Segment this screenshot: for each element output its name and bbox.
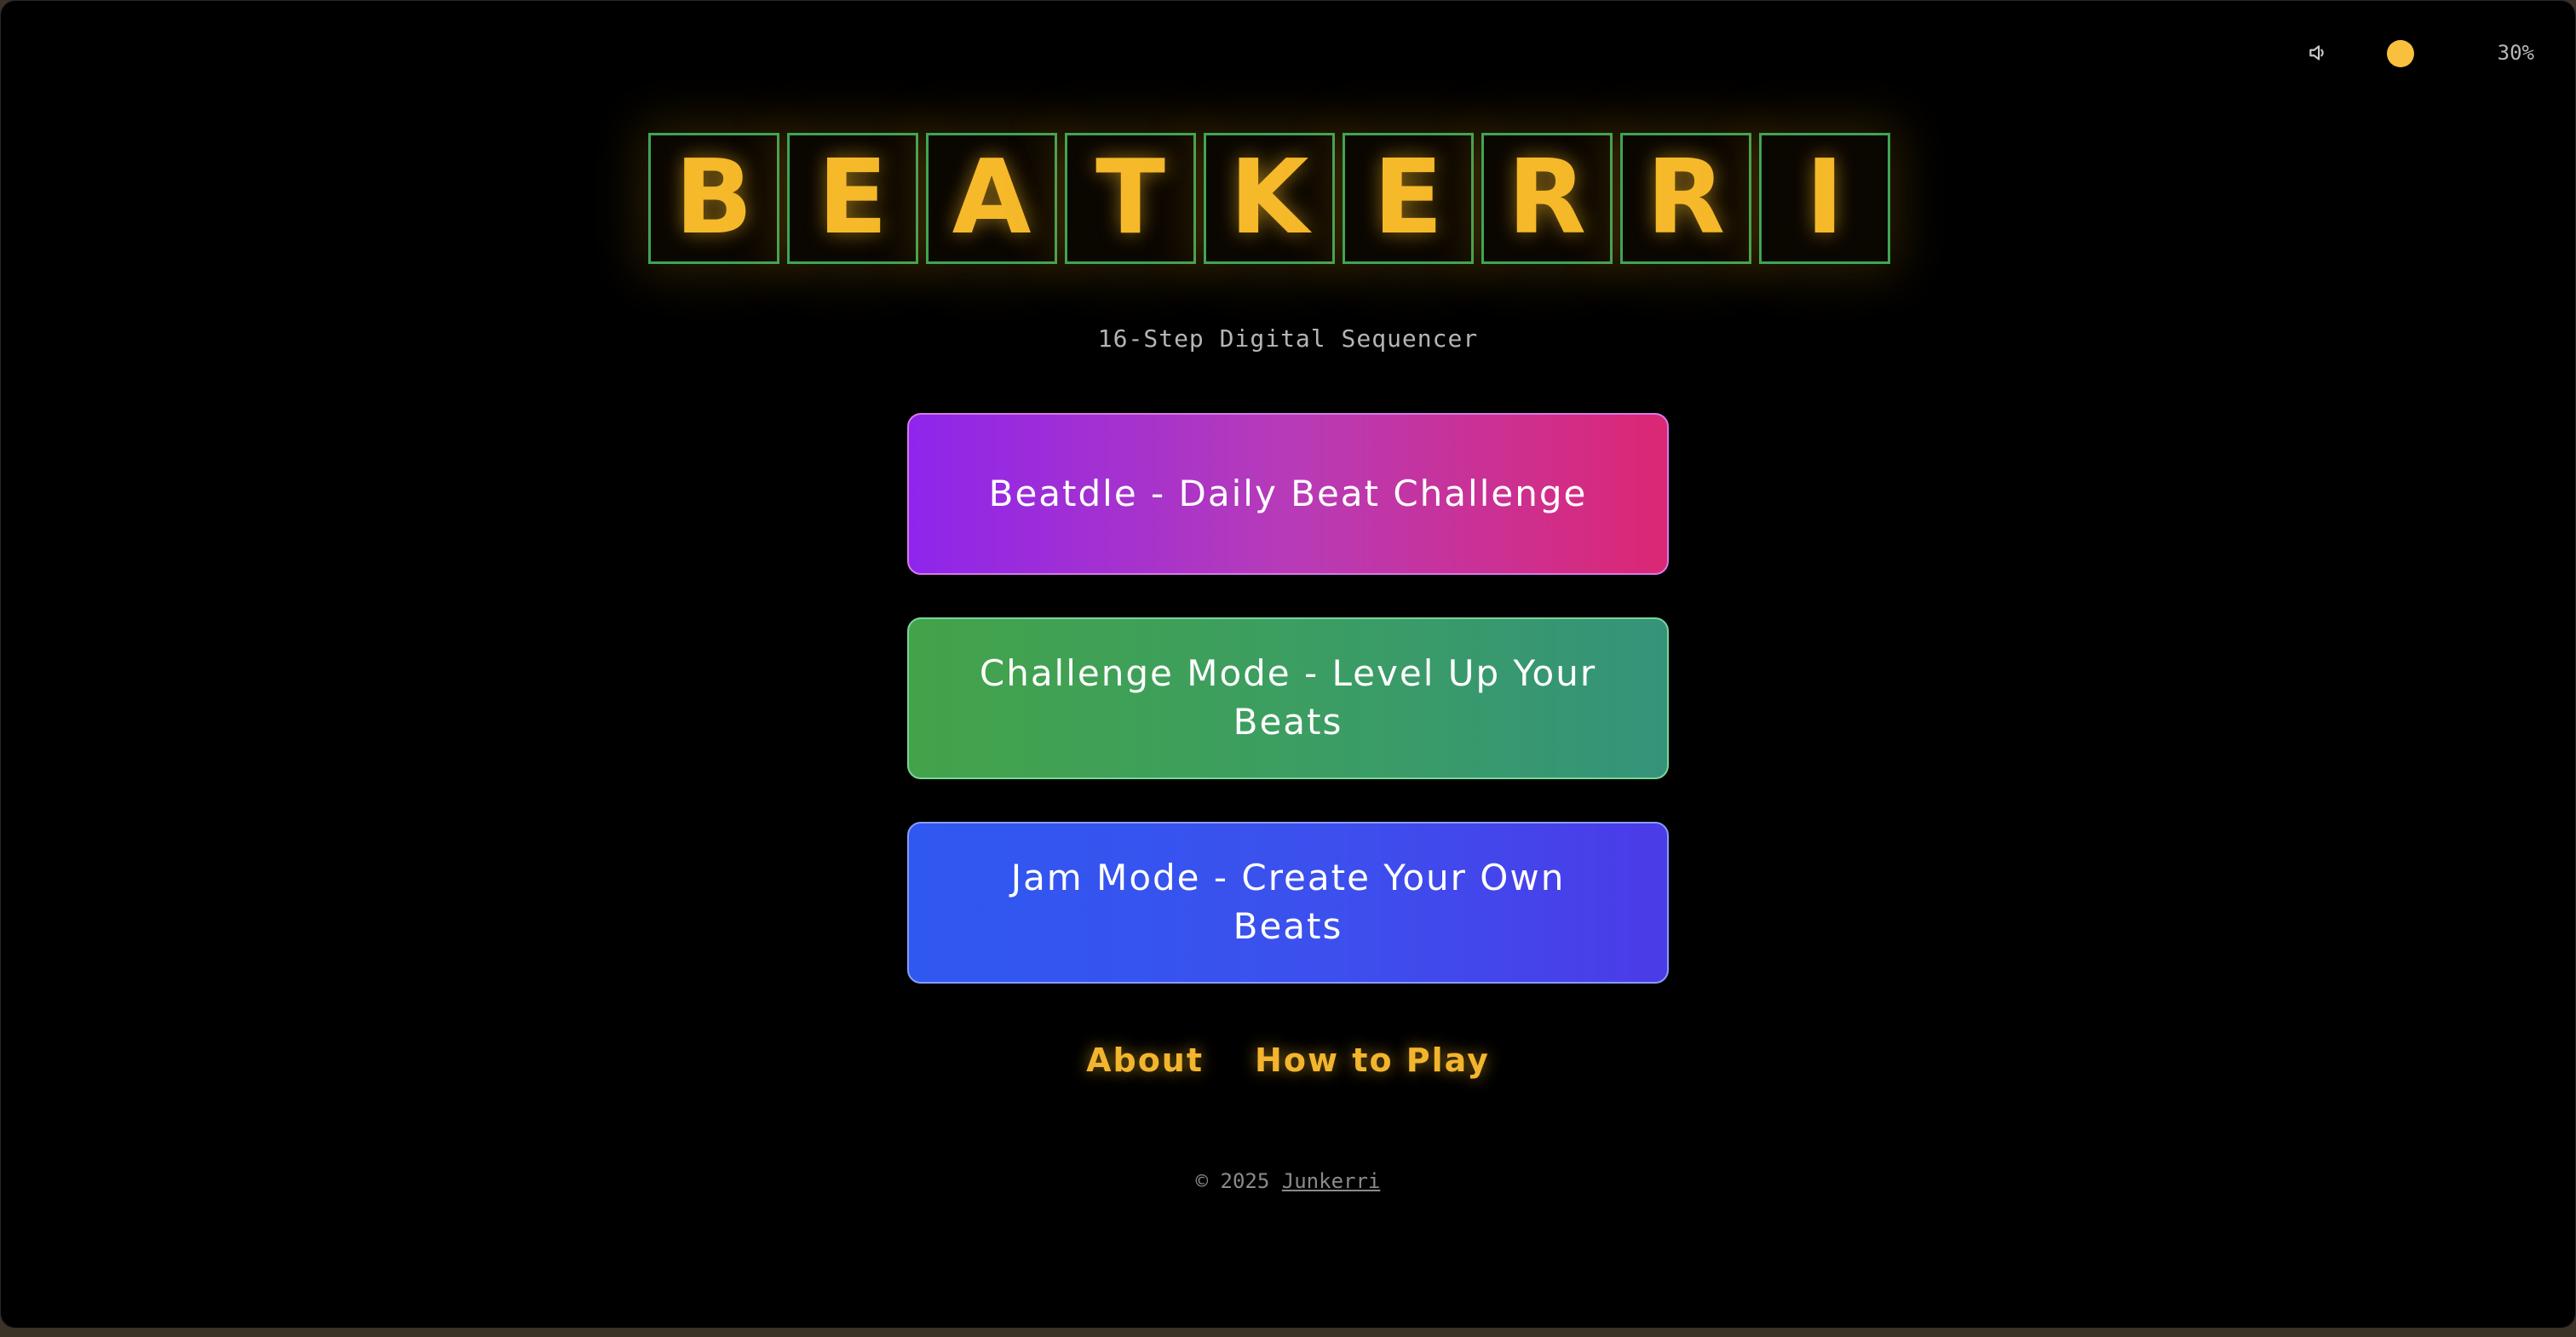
copyright-footer: © 2025 Junkerri [1, 1169, 2575, 1193]
title-tile: K [1204, 133, 1335, 264]
volume-controls: 30% [2303, 38, 2534, 67]
title-tile: B [648, 133, 779, 264]
title-letter: R [1507, 139, 1587, 257]
beatdle-button[interactable]: Beatdle - Daily Beat Challenge [907, 413, 1669, 575]
title-tile: T [1065, 133, 1196, 264]
volume-percent: 30% [2497, 41, 2534, 65]
title-tile: R [1481, 133, 1613, 264]
volume-slider[interactable] [2365, 38, 2467, 67]
title-letter: R [1646, 139, 1726, 257]
title-letter: E [1373, 139, 1443, 257]
footer-links: About How to Play [1, 1041, 2575, 1079]
title-letter: T [1095, 139, 1165, 257]
jam-mode-button[interactable]: Jam Mode - Create Your Own Beats [907, 822, 1669, 984]
title-tile: R [1620, 133, 1751, 264]
title-tile: E [787, 133, 918, 264]
game-title: BEATKERRI [648, 133, 1890, 264]
speaker-icon[interactable] [2303, 38, 2332, 67]
title-tile: I [1759, 133, 1890, 264]
volume-slider-thumb[interactable] [2387, 40, 2415, 67]
how-to-play-link[interactable]: How to Play [1255, 1041, 1490, 1079]
title-letter: B [675, 139, 753, 257]
title-letter: E [818, 139, 888, 257]
title-letter: I [1805, 139, 1844, 257]
author-link[interactable]: Junkerri [1282, 1169, 1381, 1193]
page-subtitle: 16-Step Digital Sequencer [1097, 324, 1479, 353]
about-link[interactable]: About [1086, 1041, 1204, 1079]
app-window: 30% BEATKERRI 16-Step Digital Sequencer … [0, 0, 2576, 1328]
title-tile: A [926, 133, 1057, 264]
copyright-text: © 2025 [1195, 1169, 1270, 1193]
title-tile: E [1343, 133, 1474, 264]
title-letter: A [952, 139, 1032, 257]
title-letter: K [1229, 139, 1309, 257]
challenge-mode-button[interactable]: Challenge Mode - Level Up Your Beats [907, 617, 1669, 779]
